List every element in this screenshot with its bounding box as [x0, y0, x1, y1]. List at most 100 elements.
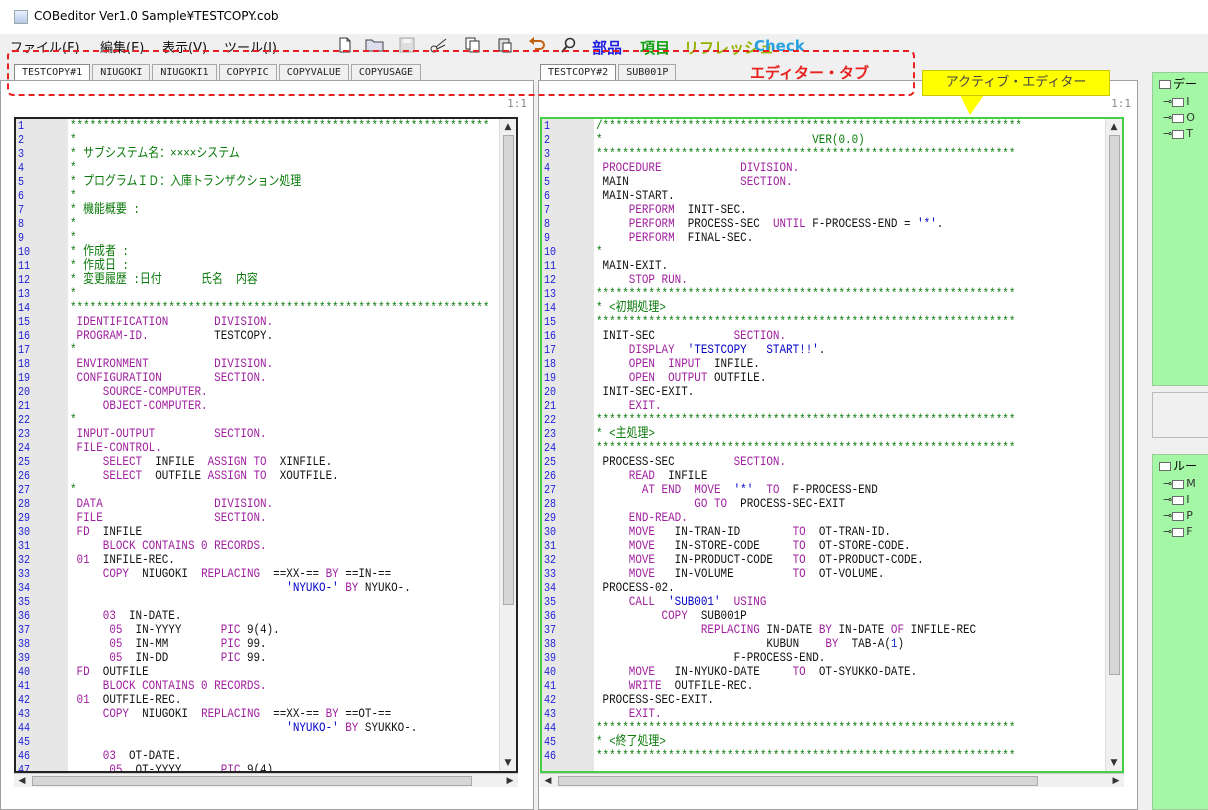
- code-line[interactable]: MOVE IN-NYUKO-DATE TO OT-SYUKKO-DATE.: [596, 665, 1023, 679]
- code-line[interactable]: ENVIRONMENT DIVISION.: [70, 357, 430, 371]
- code-line[interactable]: ****************************************…: [596, 287, 1023, 301]
- code-line[interactable]: BLOCK CONTAINS 0 RECORDS.: [70, 539, 430, 553]
- code-line[interactable]: DISPLAY 'TESTCOPY START!!'.: [596, 343, 1023, 357]
- tree-node[interactable]: ⊸ O: [1163, 111, 1195, 124]
- code-line[interactable]: 03 OT-DATE.: [70, 749, 430, 763]
- code-line[interactable]: * <終了処理>: [596, 735, 1023, 749]
- code-line[interactable]: INIT-SEC-EXIT.: [596, 385, 1023, 399]
- h-scroll-thumb[interactable]: [558, 776, 1038, 786]
- scroll-thumb[interactable]: [1109, 135, 1120, 675]
- code-line[interactable]: END-READ.: [596, 511, 1023, 525]
- code-line[interactable]: 05 IN-YYYY PIC 9(4).: [70, 623, 430, 637]
- code-line[interactable]: [70, 595, 430, 609]
- code-line[interactable]: DATA DIVISION.: [70, 497, 430, 511]
- code-area[interactable]: /***************************************…: [596, 119, 1104, 771]
- routine-tree-panel[interactable]: ルー ⊸ M ⊸ I ⊸ P ⊸ F: [1152, 454, 1208, 810]
- code-line[interactable]: 03 IN-DATE.: [70, 609, 430, 623]
- code-line[interactable]: ****************************************…: [596, 147, 1023, 161]
- code-line[interactable]: 05 IN-DD PIC 99.: [70, 651, 430, 665]
- tree-node[interactable]: ⊸ F: [1163, 525, 1193, 538]
- code-line[interactable]: *: [596, 245, 1023, 259]
- code-line[interactable]: REPLACING IN-DATE BY IN-DATE OF INFILE-R…: [596, 623, 1023, 637]
- code-line[interactable]: FILE-CONTROL.: [70, 441, 430, 455]
- code-line[interactable]: * VER(0.0): [596, 133, 1023, 147]
- code-line[interactable]: KUBUN BY TAB-A(1): [596, 637, 1023, 651]
- scroll-right-icon[interactable]: ▶: [1110, 775, 1122, 787]
- scroll-right-icon[interactable]: ▶: [504, 775, 516, 787]
- code-line[interactable]: 'NYUKO-' BY NYUKO-.: [70, 581, 430, 595]
- code-line[interactable]: *: [70, 413, 430, 427]
- code-line[interactable]: * 機能概要 :: [70, 203, 430, 217]
- code-line[interactable]: PERFORM FINAL-SEC.: [596, 231, 1023, 245]
- code-line[interactable]: ****************************************…: [70, 119, 489, 133]
- right-code-editor[interactable]: 1 2 3 4 5 6 7 8 9 10 11 12 13 14 15 16 17 18 19 20 21 22 23 24 2…: [540, 117, 1124, 773]
- code-line[interactable]: OPEN INPUT INFILE.: [596, 357, 1023, 371]
- tree-node[interactable]: ⊸ T: [1163, 127, 1193, 140]
- code-line[interactable]: EXIT.: [596, 399, 1023, 413]
- code-line[interactable]: MAIN-EXIT.: [596, 259, 1023, 273]
- code-line[interactable]: CALL 'SUB001' USING: [596, 595, 1023, 609]
- code-line[interactable]: * <初期処理>: [596, 301, 1023, 315]
- code-line[interactable]: MOVE IN-PRODUCT-CODE TO OT-PRODUCT-CODE.: [596, 553, 1023, 567]
- code-line[interactable]: 'NYUKO-' BY SYUKKO-.: [70, 721, 430, 735]
- code-line[interactable]: PERFORM PROCESS-SEC UNTIL F-PROCESS-END …: [596, 217, 1023, 231]
- code-line[interactable]: * 作成者 :: [70, 245, 430, 259]
- code-line[interactable]: MAIN SECTION.: [596, 175, 1023, 189]
- code-line[interactable]: AT END MOVE '*' TO F-PROCESS-END: [596, 483, 1023, 497]
- scroll-down-icon[interactable]: ▼: [502, 757, 514, 769]
- data-tree-panel[interactable]: デー ⊸ I ⊸ O ⊸ T: [1152, 72, 1208, 386]
- code-line[interactable]: PROCESS-SEC SECTION.: [596, 455, 1023, 469]
- code-line[interactable]: INIT-SEC SECTION.: [596, 329, 1023, 343]
- code-line[interactable]: OPEN OUTPUT OUTFILE.: [596, 371, 1023, 385]
- horizontal-scrollbar[interactable]: ◀ ▶: [540, 773, 1124, 787]
- code-line[interactable]: [70, 735, 430, 749]
- code-line[interactable]: * 作成日 :: [70, 259, 430, 273]
- code-line[interactable]: 01 OUTFILE-REC.: [70, 693, 430, 707]
- code-line[interactable]: MOVE IN-STORE-CODE TO OT-STORE-CODE.: [596, 539, 1023, 553]
- code-line[interactable]: ****************************************…: [596, 749, 1023, 763]
- scroll-left-icon[interactable]: ◀: [16, 775, 28, 787]
- scroll-down-icon[interactable]: ▼: [1108, 757, 1120, 769]
- code-line[interactable]: INPUT-OUTPUT SECTION.: [70, 427, 430, 441]
- code-line[interactable]: MAIN-START.: [596, 189, 1023, 203]
- code-area[interactable]: ****************************************…: [70, 119, 498, 771]
- code-line[interactable]: BLOCK CONTAINS 0 RECORDS.: [70, 679, 430, 693]
- code-line[interactable]: *: [70, 217, 430, 231]
- code-line[interactable]: FD OUTFILE: [70, 665, 430, 679]
- scroll-left-icon[interactable]: ◀: [542, 775, 554, 787]
- h-scroll-thumb[interactable]: [32, 776, 472, 786]
- tree-node[interactable]: ⊸ M: [1163, 477, 1196, 490]
- code-line[interactable]: OBJECT-COMPUTER.: [70, 399, 430, 413]
- code-line[interactable]: 01 INFILE-REC.: [70, 553, 430, 567]
- code-line[interactable]: FD INFILE: [70, 525, 430, 539]
- scroll-thumb[interactable]: [503, 135, 514, 605]
- code-line[interactable]: ****************************************…: [70, 301, 489, 315]
- left-code-editor[interactable]: 1 2 3 4 5 6 7 8 9 10 11 12 13 14 15 16 17 18 19 20 21 22 23 24 2…: [14, 117, 518, 773]
- code-line[interactable]: EXIT.: [596, 707, 1023, 721]
- code-line[interactable]: PROGRAM-ID. TESTCOPY.: [70, 329, 430, 343]
- code-line[interactable]: CONFIGURATION SECTION.: [70, 371, 430, 385]
- code-line[interactable]: * サブシステム名：××××システム: [70, 147, 430, 161]
- tree-node[interactable]: ⊸ I: [1163, 493, 1189, 506]
- code-line[interactable]: * 変更履歴 :日付 氏名 内容: [70, 273, 430, 287]
- code-line[interactable]: SELECT INFILE ASSIGN TO XINFILE.: [70, 455, 430, 469]
- code-line[interactable]: /***************************************…: [596, 119, 1023, 133]
- code-line[interactable]: F-PROCESS-END.: [596, 651, 1023, 665]
- code-line[interactable]: FILE SECTION.: [70, 511, 430, 525]
- code-line[interactable]: PROCESS-02.: [596, 581, 1023, 595]
- code-line[interactable]: ****************************************…: [596, 413, 1023, 427]
- code-line[interactable]: *: [70, 133, 430, 147]
- vertical-scrollbar[interactable]: ▲ ▼: [1105, 119, 1122, 771]
- code-line[interactable]: PROCEDURE DIVISION.: [596, 161, 1023, 175]
- code-line[interactable]: 05 IN-MM PIC 99.: [70, 637, 430, 651]
- tree-node[interactable]: ⊸ I: [1163, 95, 1189, 108]
- code-line[interactable]: *: [70, 483, 430, 497]
- code-line[interactable]: READ INFILE: [596, 469, 1023, 483]
- code-line[interactable]: 05 OT-YYYY PIC 9(4).: [70, 763, 430, 772]
- code-line[interactable]: IDENTIFICATION DIVISION.: [70, 315, 430, 329]
- code-line[interactable]: PROCESS-SEC-EXIT.: [596, 693, 1023, 707]
- code-line[interactable]: MOVE IN-VOLUME TO OT-VOLUME.: [596, 567, 1023, 581]
- code-line[interactable]: * <主処理>: [596, 427, 1023, 441]
- scroll-up-icon[interactable]: ▲: [1108, 121, 1120, 133]
- code-line[interactable]: COPY NIUGOKI REPLACING ==XX-== BY ==OT-=…: [70, 707, 430, 721]
